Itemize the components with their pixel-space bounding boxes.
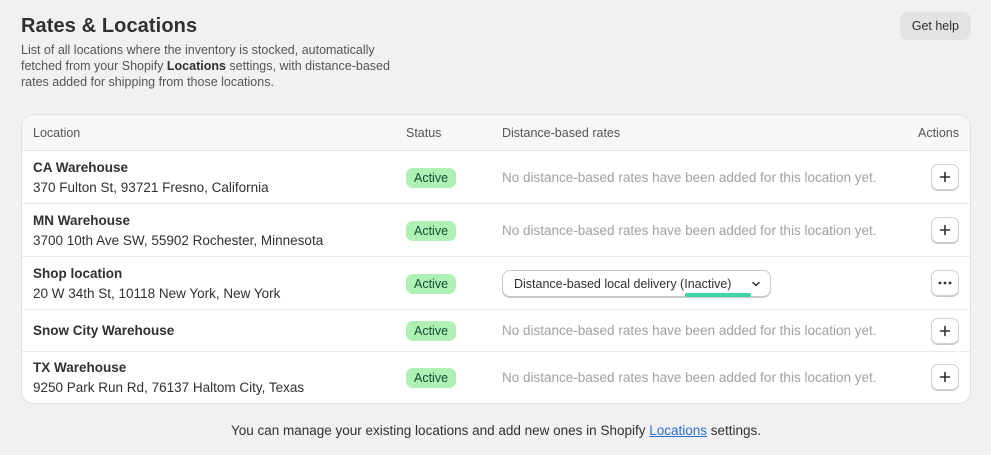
plus-icon [939, 171, 951, 183]
page-title: Rates & Locations [21, 15, 198, 37]
status-badge: Active [406, 368, 457, 388]
footer-note: You can manage your existing locations a… [21, 423, 971, 438]
table-row: CA Warehouse 370 Fulton St, 93721 Fresno… [22, 151, 970, 204]
location-name: TX Warehouse [33, 360, 127, 375]
location-address: 9250 Park Run Rd, 76137 Haltom City, Tex… [33, 380, 305, 395]
location-name: Snow City Warehouse [33, 323, 175, 338]
table-row: TX Warehouse 9250 Park Run Rd, 76137 Hal… [22, 352, 970, 403]
plus-icon [939, 371, 951, 383]
table-header: Location Status Distance-based rates Act… [22, 115, 970, 151]
rate-select-label: Distance-based local delivery (Inactive) [514, 276, 732, 291]
more-actions-button[interactable] [931, 270, 959, 296]
rate-select-dropdown[interactable]: Distance-based local delivery (Inactive) [502, 270, 771, 297]
chevron-down-icon [752, 281, 760, 287]
column-header-location: Location [33, 126, 81, 140]
empty-rates-text: No distance-based rates have been added … [502, 170, 877, 185]
location-name: CA Warehouse [33, 160, 129, 175]
status-badge: Active [406, 168, 457, 188]
add-rate-button[interactable] [931, 164, 959, 190]
column-header-status: Status [406, 126, 442, 140]
page-header: Rates & Locations List of all locations … [21, 12, 971, 112]
add-rate-button[interactable] [931, 318, 959, 344]
location-name: Shop location [33, 266, 123, 281]
description-locations-bold: Locations [166, 59, 226, 73]
status-badge: Active [406, 274, 457, 294]
footer-text-start: You can manage your existing locations a… [230, 423, 650, 438]
footer-text-end: settings. [707, 423, 762, 438]
column-header-actions: Actions [918, 126, 959, 140]
empty-rates-text: No distance-based rates have been added … [502, 323, 877, 338]
plus-icon [939, 325, 951, 337]
page: Rates & Locations List of all locations … [21, 12, 971, 438]
highlight-underline [685, 293, 751, 297]
more-horizontal-icon [938, 281, 952, 285]
empty-rates-text: No distance-based rates have been added … [502, 370, 877, 385]
page-description: List of all locations where the inventor… [21, 42, 401, 90]
location-name: MN Warehouse [33, 213, 131, 228]
empty-rates-text: No distance-based rates have been added … [502, 223, 877, 238]
add-rate-button[interactable] [931, 364, 959, 390]
location-address: 3700 10th Ave SW, 55902 Rochester, Minne… [33, 233, 324, 248]
location-address: 20 W 34th St, 10118 New York, New York [33, 286, 281, 301]
locations-settings-link[interactable]: Locations [649, 423, 707, 438]
table-row: MN Warehouse 3700 10th Ave SW, 55902 Roc… [22, 204, 970, 257]
table-row: Snow City Warehouse Active No distance-b… [22, 310, 970, 352]
status-badge: Active [406, 321, 457, 341]
plus-icon [939, 224, 951, 236]
location-address: 370 Fulton St, 93721 Fresno, California [33, 180, 269, 195]
add-rate-button[interactable] [931, 217, 959, 243]
status-badge: Active [406, 221, 457, 241]
locations-table: Location Status Distance-based rates Act… [21, 114, 971, 404]
get-help-button[interactable]: Get help [899, 12, 971, 40]
column-header-rates: Distance-based rates [502, 126, 621, 140]
table-row: Shop location 20 W 34th St, 10118 New Yo… [22, 257, 970, 310]
